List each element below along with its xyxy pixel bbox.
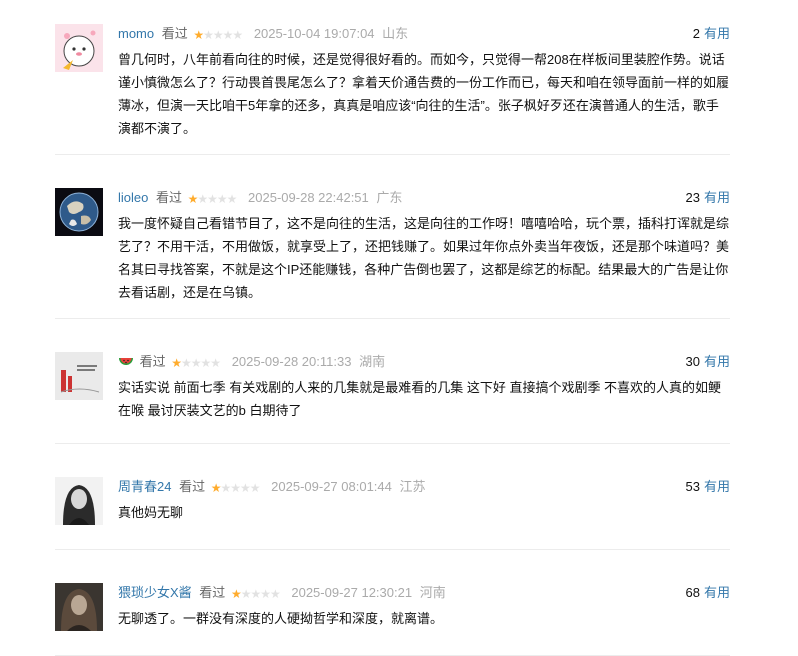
vote-count: 30 <box>685 354 700 369</box>
username-link[interactable]: momo <box>118 26 154 41</box>
vote-count: 2 <box>692 26 700 41</box>
vote-area: 23 有用 <box>686 188 730 208</box>
comment-location: 江苏 <box>399 479 426 494</box>
watched-status: 看过 <box>139 354 166 369</box>
rating-stars: ★★★★★ <box>171 356 221 370</box>
comment-location: 山东 <box>382 26 409 41</box>
comment-time: 2025-09-27 08:01:44 <box>271 479 392 494</box>
username-link[interactable]: 猥琐少女X酱 <box>118 585 192 600</box>
comment-time: 2025-10-04 19:07:04 <box>253 26 375 41</box>
vote-area: 53 有用 <box>686 477 730 497</box>
comment-text: 无聊透了。一群没有深度的人硬拗哲学和深度，就离谱。 <box>118 611 444 626</box>
watched-status: 看过 <box>155 190 182 205</box>
comment-meta: lioleo 看过 ★★★★★ 2025-09-28 22:42:51 广东 2… <box>118 188 730 208</box>
comment-item: momo 看过 ★★★★★ 2025-10-04 19:07:04 山东 2 有用… <box>55 0 730 155</box>
vote-count: 23 <box>685 190 700 205</box>
avatar[interactable] <box>55 477 103 525</box>
comment-time: 2025-09-27 12:30:21 <box>291 585 413 600</box>
username-link[interactable]: 周青春24 <box>118 479 171 494</box>
comment-item: 猥琐少女X酱 看过 ★★★★★ 2025-09-27 12:30:21 河南 6… <box>55 550 730 656</box>
comment-item: 看过 ★★★★★ 2025-09-28 20:11:33 湖南 30 有用 实话实… <box>55 319 730 444</box>
rating-stars: ★★★★★ <box>210 481 261 495</box>
comment-text: 实话实说 前面七季 有关戏剧的人来的几集就是最难看的几集 这下好 直接搞个戏剧季… <box>118 380 722 418</box>
comment-meta: momo 看过 ★★★★★ 2025-10-04 19:07:04 山东 2 有用 <box>118 24 730 44</box>
comment-item: lioleo 看过 ★★★★★ 2025-09-28 22:42:51 广东 2… <box>55 155 730 319</box>
rating-stars: ★★★★★ <box>230 587 281 601</box>
comment-location: 广东 <box>376 190 403 205</box>
rating-stars: ★★★★★ <box>193 28 243 42</box>
avatar[interactable] <box>55 188 103 236</box>
watched-status: 看过 <box>199 585 226 600</box>
comment-text: 我一度怀疑自己看错节目了，这不是向往的生活，这是向往的工作呀！嘻嘻哈哈，玩个票，… <box>118 216 730 300</box>
avatar[interactable] <box>55 24 103 72</box>
vote-area: 2 有用 <box>693 24 730 44</box>
username-link[interactable]: lioleo <box>118 190 148 205</box>
comment-text: 真他妈无聊 <box>118 505 184 520</box>
comment-list: momo 看过 ★★★★★ 2025-10-04 19:07:04 山东 2 有用… <box>55 0 730 656</box>
vote-area: 68 有用 <box>686 583 730 603</box>
comment-time: 2025-09-28 22:42:51 <box>248 190 369 205</box>
useful-button[interactable]: 有用 <box>704 190 730 205</box>
watched-status: 看过 <box>179 479 206 494</box>
comment-text: 曾几何时，八年前看向往的时候，还是觉得很好看的。而如今，只觉得一帮208在样板间… <box>118 52 730 136</box>
comment-meta: 猥琐少女X酱 看过 ★★★★★ 2025-09-27 12:30:21 河南 6… <box>118 583 730 603</box>
watched-status: 看过 <box>161 26 188 41</box>
avatar[interactable] <box>55 352 103 400</box>
rating-stars: ★★★★★ <box>187 192 238 206</box>
useful-button[interactable]: 有用 <box>704 26 730 41</box>
comment-location: 湖南 <box>359 354 386 369</box>
vote-count: 68 <box>685 585 700 600</box>
avatar[interactable] <box>55 583 103 631</box>
comment-item: 周青春24 看过 ★★★★★ 2025-09-27 08:01:44 江苏 53… <box>55 444 730 550</box>
watermelon-icon[interactable] <box>118 355 134 375</box>
comment-meta: 看过 ★★★★★ 2025-09-28 20:11:33 湖南 30 有用 <box>118 352 730 372</box>
vote-count: 53 <box>685 479 700 494</box>
comment-meta: 周青春24 看过 ★★★★★ 2025-09-27 08:01:44 江苏 53… <box>118 477 730 497</box>
comment-location: 河南 <box>419 585 446 600</box>
useful-button[interactable]: 有用 <box>704 585 730 600</box>
useful-button[interactable]: 有用 <box>704 354 730 369</box>
comment-time: 2025-09-28 20:11:33 <box>231 354 352 369</box>
useful-button[interactable]: 有用 <box>704 479 730 494</box>
vote-area: 30 有用 <box>686 352 730 372</box>
